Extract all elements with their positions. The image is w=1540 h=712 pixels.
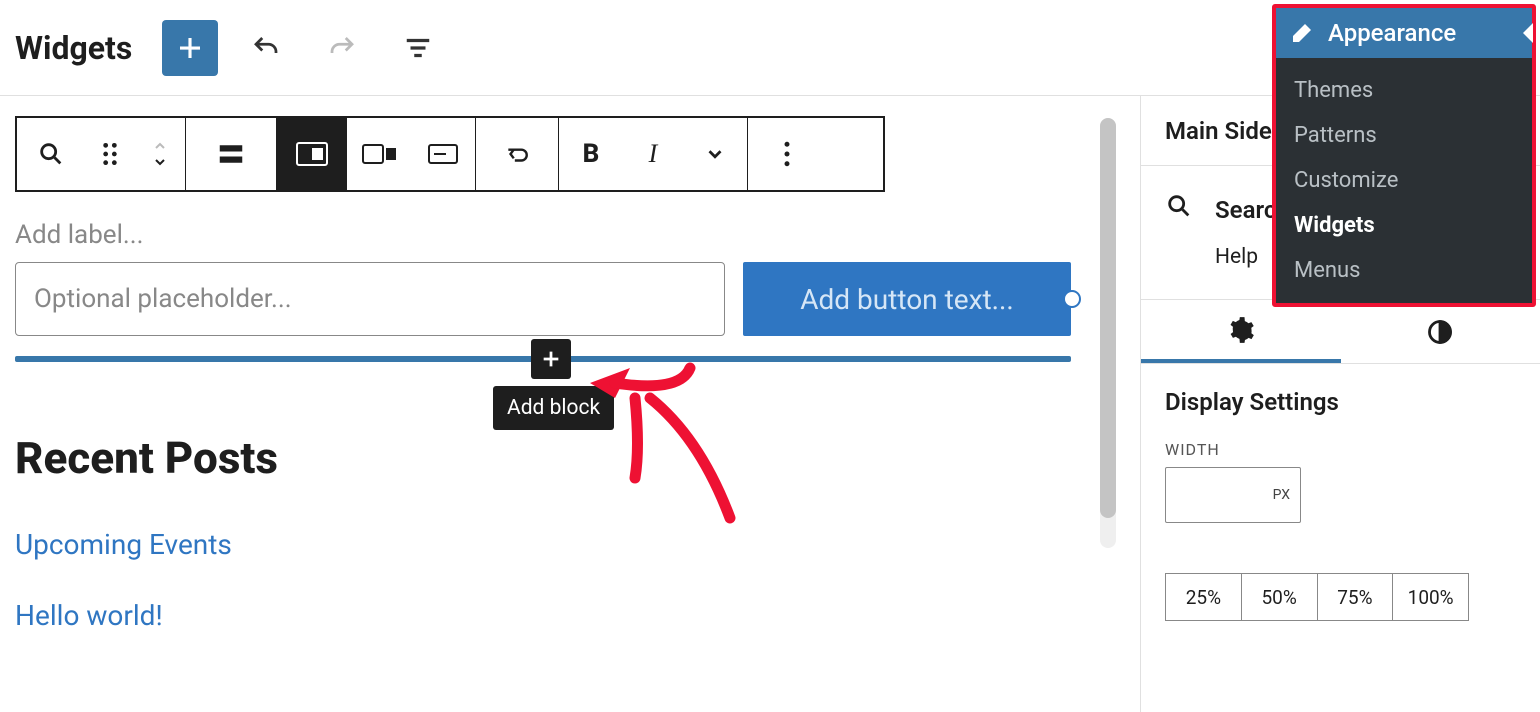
redo-button[interactable] xyxy=(314,20,370,76)
page-title: Widgets xyxy=(15,29,132,67)
appearance-title: Appearance xyxy=(1328,19,1456,47)
contrast-icon xyxy=(1426,318,1454,346)
post-link[interactable]: Hello world! xyxy=(15,599,1105,632)
block-toolbar: B I xyxy=(15,116,885,192)
list-icon xyxy=(403,33,433,63)
resize-handle[interactable] xyxy=(1063,290,1081,308)
plus-icon xyxy=(540,348,562,370)
menu-item-patterns[interactable]: Patterns xyxy=(1276,113,1532,158)
bold-icon: B xyxy=(583,139,600,169)
width-input[interactable]: PX xyxy=(1165,467,1301,523)
appearance-menu: Appearance Themes Patterns Customize Wid… xyxy=(1272,4,1536,307)
toolbar-italic[interactable]: I xyxy=(623,118,683,190)
width-preset-100[interactable]: 100% xyxy=(1393,574,1468,620)
toolbar-more-format[interactable] xyxy=(683,118,747,190)
undo-button[interactable] xyxy=(238,20,294,76)
display-settings-heading: Display Settings xyxy=(1141,364,1540,426)
width-preset-75[interactable]: 75% xyxy=(1318,574,1394,620)
appearance-submenu: Themes Patterns Customize Widgets Menus xyxy=(1276,58,1532,303)
toolbar-options[interactable] xyxy=(748,118,826,190)
toolbar-move[interactable] xyxy=(135,118,185,190)
search-icon xyxy=(37,140,65,168)
width-preset-25[interactable]: 25% xyxy=(1166,574,1242,620)
block-inserter-line[interactable]: Add block xyxy=(15,356,1071,362)
align-button-outside-icon xyxy=(362,143,396,165)
redo-icon xyxy=(327,33,357,63)
search-block-row: Optional placeholder... Add button text.… xyxy=(15,262,1105,336)
chevron-up-icon xyxy=(149,138,171,154)
editor-main: B I Add label... Optional placeholder...… xyxy=(0,96,1120,712)
plus-icon xyxy=(175,33,205,63)
block-inserter-button[interactable] xyxy=(531,339,571,379)
menu-item-menus[interactable]: Menus xyxy=(1276,248,1532,293)
toolbar-align-no-button[interactable] xyxy=(411,118,475,190)
submenu-arrow-icon xyxy=(1523,23,1533,43)
brush-icon xyxy=(1290,21,1314,45)
tab-settings[interactable] xyxy=(1141,300,1341,363)
search-button-placeholder: Add button text... xyxy=(800,283,1014,316)
recent-posts-heading: Recent Posts xyxy=(15,432,1105,484)
menu-item-customize[interactable]: Customize xyxy=(1276,158,1532,203)
width-label: WIDTH xyxy=(1141,426,1540,467)
gear-icon xyxy=(1227,316,1255,344)
drag-icon xyxy=(100,141,120,167)
tab-styles[interactable] xyxy=(1341,300,1540,363)
toolbar-align-button-inside[interactable] xyxy=(277,118,347,190)
toolbar-align-button-outside[interactable] xyxy=(347,118,411,190)
menu-item-themes[interactable]: Themes xyxy=(1276,68,1532,113)
width-unit: PX xyxy=(1273,487,1290,503)
width-presets: 25% 50% 75% 100% xyxy=(1165,573,1469,621)
post-link[interactable]: Upcoming Events xyxy=(15,528,1105,561)
menu-item-widgets[interactable]: Widgets xyxy=(1276,203,1532,248)
toolbar-drag[interactable] xyxy=(85,118,135,190)
label-input[interactable]: Add label... xyxy=(15,220,735,250)
toolbar-loop[interactable] xyxy=(476,118,558,190)
link-icon xyxy=(502,141,532,167)
more-vertical-icon xyxy=(783,141,791,167)
appearance-menu-header[interactable]: Appearance xyxy=(1276,8,1532,58)
list-view-button[interactable] xyxy=(390,20,446,76)
sidebar-tabs xyxy=(1141,300,1540,364)
search-icon xyxy=(1165,192,1193,220)
italic-icon: I xyxy=(649,139,658,169)
toolbar-bold[interactable]: B xyxy=(559,118,623,190)
toolbar-paragraph[interactable] xyxy=(186,118,276,190)
add-block-button[interactable] xyxy=(162,20,218,76)
align-button-inside-icon xyxy=(296,141,328,167)
scrollbar-track[interactable] xyxy=(1100,118,1116,548)
paragraph-icon xyxy=(216,139,246,169)
undo-icon xyxy=(251,33,281,63)
add-block-tooltip: Add block xyxy=(493,386,614,430)
align-no-button-icon xyxy=(428,144,458,164)
toolbar-search[interactable] xyxy=(17,118,85,190)
width-preset-50[interactable]: 50% xyxy=(1242,574,1318,620)
search-button-text-input[interactable]: Add button text... xyxy=(743,262,1071,336)
chevron-down-icon xyxy=(704,143,726,165)
scrollbar-thumb[interactable] xyxy=(1100,118,1116,518)
search-placeholder-input[interactable]: Optional placeholder... xyxy=(15,262,725,336)
chevron-down-icon xyxy=(149,154,171,170)
